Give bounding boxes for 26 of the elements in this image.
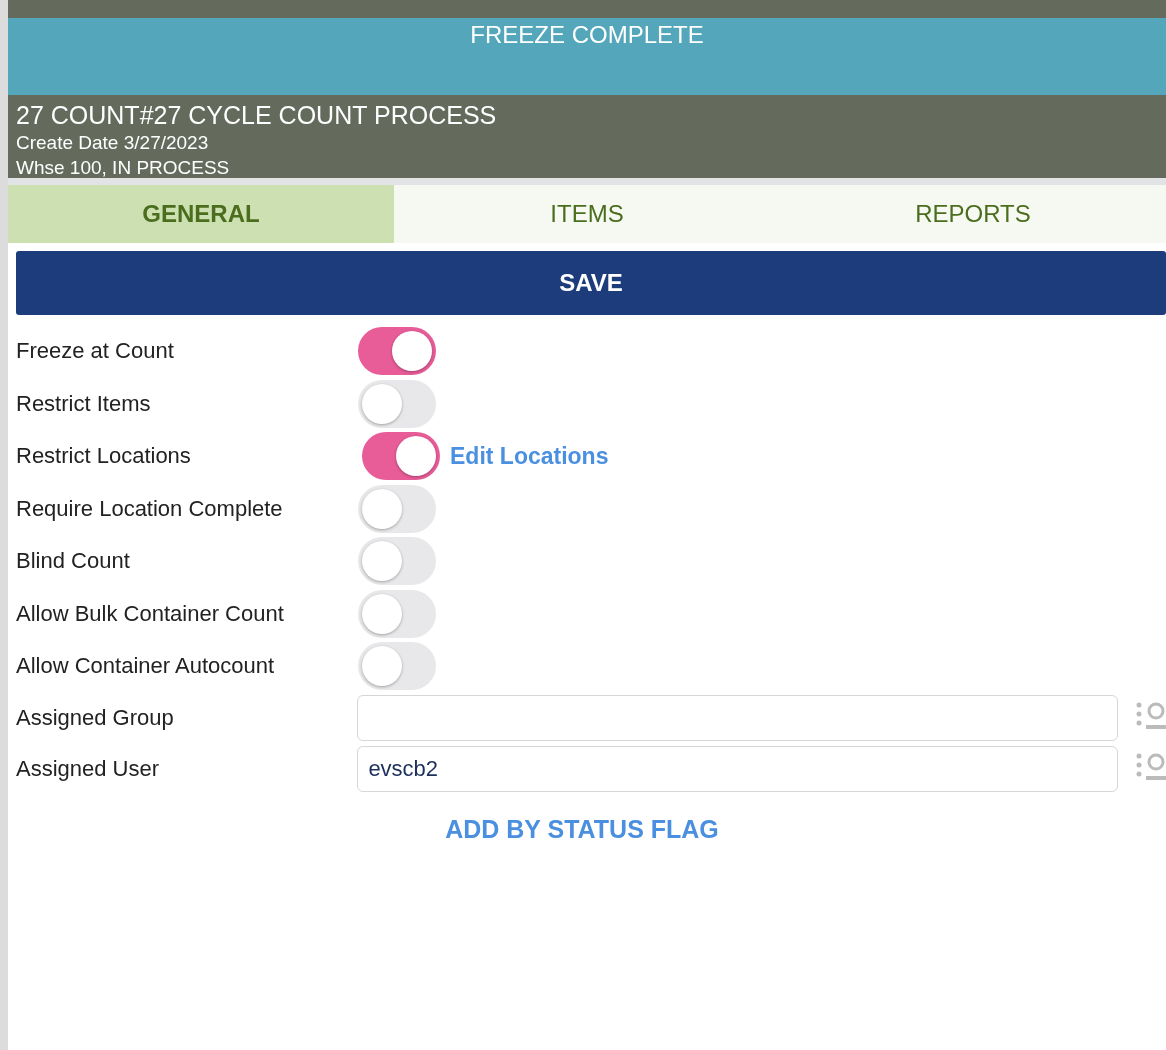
setting-label: Restrict Items xyxy=(16,390,152,417)
input-field[interactable]: evscb2 xyxy=(357,746,1118,792)
toggle-switch[interactable] xyxy=(358,589,436,638)
header-title: 27 COUNT#27 CYCLE COUNT PROCESS xyxy=(16,100,498,130)
header-line: Whse 100, IN PROCESS xyxy=(16,156,231,180)
toggle-switch[interactable] xyxy=(358,327,436,376)
banner-title: FREEZE COMPLETE xyxy=(470,21,704,50)
setting-label: Blind Count xyxy=(16,548,131,575)
toggle-switch[interactable] xyxy=(358,484,436,533)
setting-label: Require Location Complete xyxy=(16,495,284,522)
toggle-switch[interactable] xyxy=(358,642,436,691)
toggle-switch[interactable] xyxy=(358,379,436,428)
setting-label: Assigned Group xyxy=(16,705,175,731)
toggle-switch[interactable] xyxy=(358,537,436,586)
header-line: Create Date 3/27/2023 xyxy=(16,131,210,155)
setting-label: Allow Bulk Container Count xyxy=(16,600,285,627)
tab[interactable]: GENERAL xyxy=(8,185,394,243)
setting-label: Allow Container Autocount xyxy=(16,653,276,680)
add-by-status-flag-link[interactable]: ADD BY STATUS FLAG xyxy=(445,814,719,844)
save-button[interactable]: SAVE xyxy=(16,251,1166,315)
edit-link[interactable]: Edit Locations xyxy=(450,442,609,470)
input-field[interactable] xyxy=(357,695,1118,741)
setting-label: Restrict Locations xyxy=(16,443,192,470)
toggle-switch[interactable] xyxy=(362,432,440,481)
setting-label: Freeze at Count xyxy=(16,338,175,365)
setting-label: Assigned User xyxy=(16,756,161,782)
